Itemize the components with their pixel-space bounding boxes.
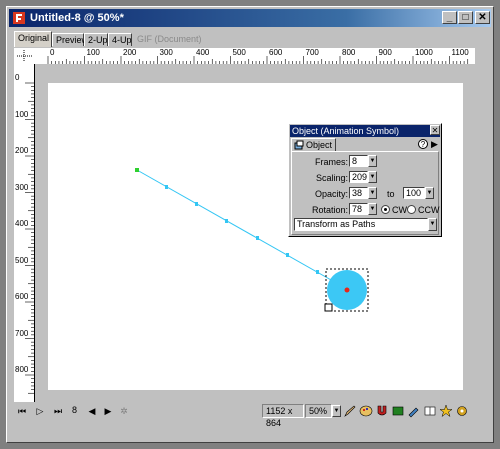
scaling-label: Scaling: — [315, 173, 348, 183]
symbol-link-icon — [324, 303, 333, 312]
book-icon[interactable] — [423, 404, 437, 418]
next-frame-button[interactable]: ▶ — [102, 405, 114, 417]
previous-frame-button[interactable]: ◀ — [86, 405, 98, 417]
palette-icon[interactable] — [359, 404, 373, 418]
tab-preview[interactable]: Preview — [52, 33, 88, 46]
current-frame: 8 — [72, 405, 78, 415]
zoom-field[interactable]: 50% — [305, 404, 332, 418]
ruler-h-label: 200 — [123, 48, 137, 57]
motion-frame-point[interactable] — [165, 185, 168, 189]
ruler-v-label: 800 — [15, 365, 29, 374]
zoom-dropdown[interactable]: ▼ — [332, 405, 341, 417]
transform-select-arrow[interactable]: ▼ — [428, 218, 437, 231]
play-button[interactable]: ▷ — [34, 405, 46, 417]
ruler-v-label: 500 — [15, 255, 29, 265]
ruler-h-label: 300 — [159, 48, 173, 57]
title-bar[interactable]: Untitled-8 @ 50%* _ □ ✕ — [9, 9, 491, 27]
vertical-scrollbar[interactable] — [476, 48, 486, 403]
tab-object-label: Object — [306, 140, 333, 150]
ruler-h-label: 1100 — [451, 48, 469, 57]
motion-frame-point[interactable] — [316, 270, 319, 274]
opacity-label: Opacity: — [314, 189, 348, 199]
swatch-icon[interactable] — [391, 404, 405, 418]
opacity-to-label: to — [387, 189, 395, 199]
ruler-h-label: 800 — [342, 48, 356, 57]
ruler-h-label: 100 — [86, 48, 100, 57]
fireworks-app-icon — [13, 12, 25, 24]
ruler-h-label: 700 — [305, 48, 319, 57]
motion-frame-point[interactable] — [256, 236, 259, 240]
status-bar: ⏮ ▷ ⏭ 8 ◀ ▶ ✲ 1152 x 864 50% ▼ — [14, 403, 486, 428]
frames-label: Frames: — [314, 157, 348, 167]
close-button[interactable]: ✕ — [475, 11, 490, 24]
scaling-dropdown[interactable]: ▼ — [368, 171, 377, 183]
ruler-v-label: 0 — [15, 73, 20, 82]
tab-2-up[interactable]: 2-Up — [84, 33, 108, 46]
ruler-v-label: 400 — [15, 219, 29, 228]
motion-frame-point[interactable] — [195, 202, 198, 206]
panel-title[interactable]: Object (Animation Symbol) — [290, 125, 440, 137]
last-frame-button[interactable]: ⏭ — [52, 405, 64, 417]
cw-label: CW — [392, 205, 407, 215]
star-icon[interactable] — [439, 404, 453, 418]
ruler-h-label: 0 — [50, 48, 55, 57]
symbol-center-point[interactable] — [344, 287, 350, 293]
tab-object[interactable]: Object — [291, 138, 337, 151]
ruler-h-label: 900 — [378, 48, 392, 57]
ruler-v-label: 700 — [15, 328, 29, 338]
tab-4-up[interactable]: 4-Up — [108, 33, 132, 46]
minimize-button[interactable]: _ — [442, 11, 457, 24]
panel-menu-icon[interactable]: ▶ — [431, 138, 440, 150]
ruler-h-label: 1000 — [415, 48, 433, 57]
ruler-h-label: 500 — [232, 48, 246, 57]
brush-icon[interactable] — [407, 404, 421, 418]
rotation-field[interactable]: 78 — [349, 203, 368, 215]
cw-radio[interactable] — [381, 205, 390, 214]
onion-skin-icon[interactable]: ✲ — [118, 405, 130, 417]
opacity-from-field[interactable]: 38 — [349, 187, 368, 199]
document-size[interactable]: 1152 x 864 — [262, 404, 304, 428]
ruler-h-label: 600 — [269, 48, 283, 57]
panel-close-button[interactable]: ✕ — [430, 125, 440, 135]
tab-original[interactable]: Original — [14, 31, 52, 47]
ruler-h-label: 400 — [196, 48, 210, 57]
panel-body: Frames: 8 ▼ Scaling: 209 ▼ Opacity: 38 ▼… — [291, 151, 440, 235]
rotation-label: Rotation: — [311, 205, 348, 215]
first-frame-button[interactable]: ⏮ — [16, 405, 28, 417]
motion-start-point[interactable] — [135, 168, 139, 172]
horizontal-ruler-ticks — [47, 56, 469, 64]
magnet-icon[interactable] — [375, 404, 389, 418]
maximize-button[interactable]: □ — [458, 11, 473, 24]
ruler-v-label: 200 — [15, 146, 29, 155]
motion-frame-point[interactable] — [286, 253, 289, 257]
ruler-v-label: 600 — [15, 292, 29, 301]
rotation-dropdown[interactable]: ▼ — [368, 203, 377, 215]
ccw-radio[interactable] — [407, 205, 416, 214]
vertical-ruler: 0 100 200 300 400 500 600 700 800 — [14, 64, 35, 402]
frames-dropdown[interactable]: ▼ — [368, 155, 377, 167]
pencil-icon[interactable] — [343, 404, 357, 418]
export-format-label: GIF (Document) — [137, 34, 202, 44]
opacity-to-field[interactable]: 100 — [403, 187, 425, 199]
ruler-corner[interactable] — [14, 48, 35, 64]
gear-icon[interactable] — [455, 404, 469, 418]
object-panel: Object (Animation Symbol) ✕ Object ? ▶ F… — [288, 123, 442, 237]
horizontal-ruler: 0 100 200 300 400 500 600 700 800 900 1000 1100 — [35, 48, 475, 65]
ruler-v-label: 300 — [15, 182, 29, 192]
transform-select[interactable]: Transform as Paths — [294, 218, 428, 231]
motion-frame-point[interactable] — [225, 219, 228, 223]
frames-field[interactable]: 8 — [349, 155, 368, 167]
opacity-to-dropdown[interactable]: ▼ — [425, 187, 434, 199]
ruler-v-label: 100 — [15, 109, 29, 119]
scaling-field[interactable]: 209 — [349, 171, 368, 183]
window-title: Untitled-8 @ 50%* — [30, 12, 124, 24]
opacity-from-dropdown[interactable]: ▼ — [368, 187, 377, 199]
help-icon[interactable]: ? — [418, 139, 428, 149]
crosshair-icon — [17, 50, 32, 62]
ccw-label: CCW — [418, 205, 440, 215]
object-icon — [294, 140, 304, 150]
